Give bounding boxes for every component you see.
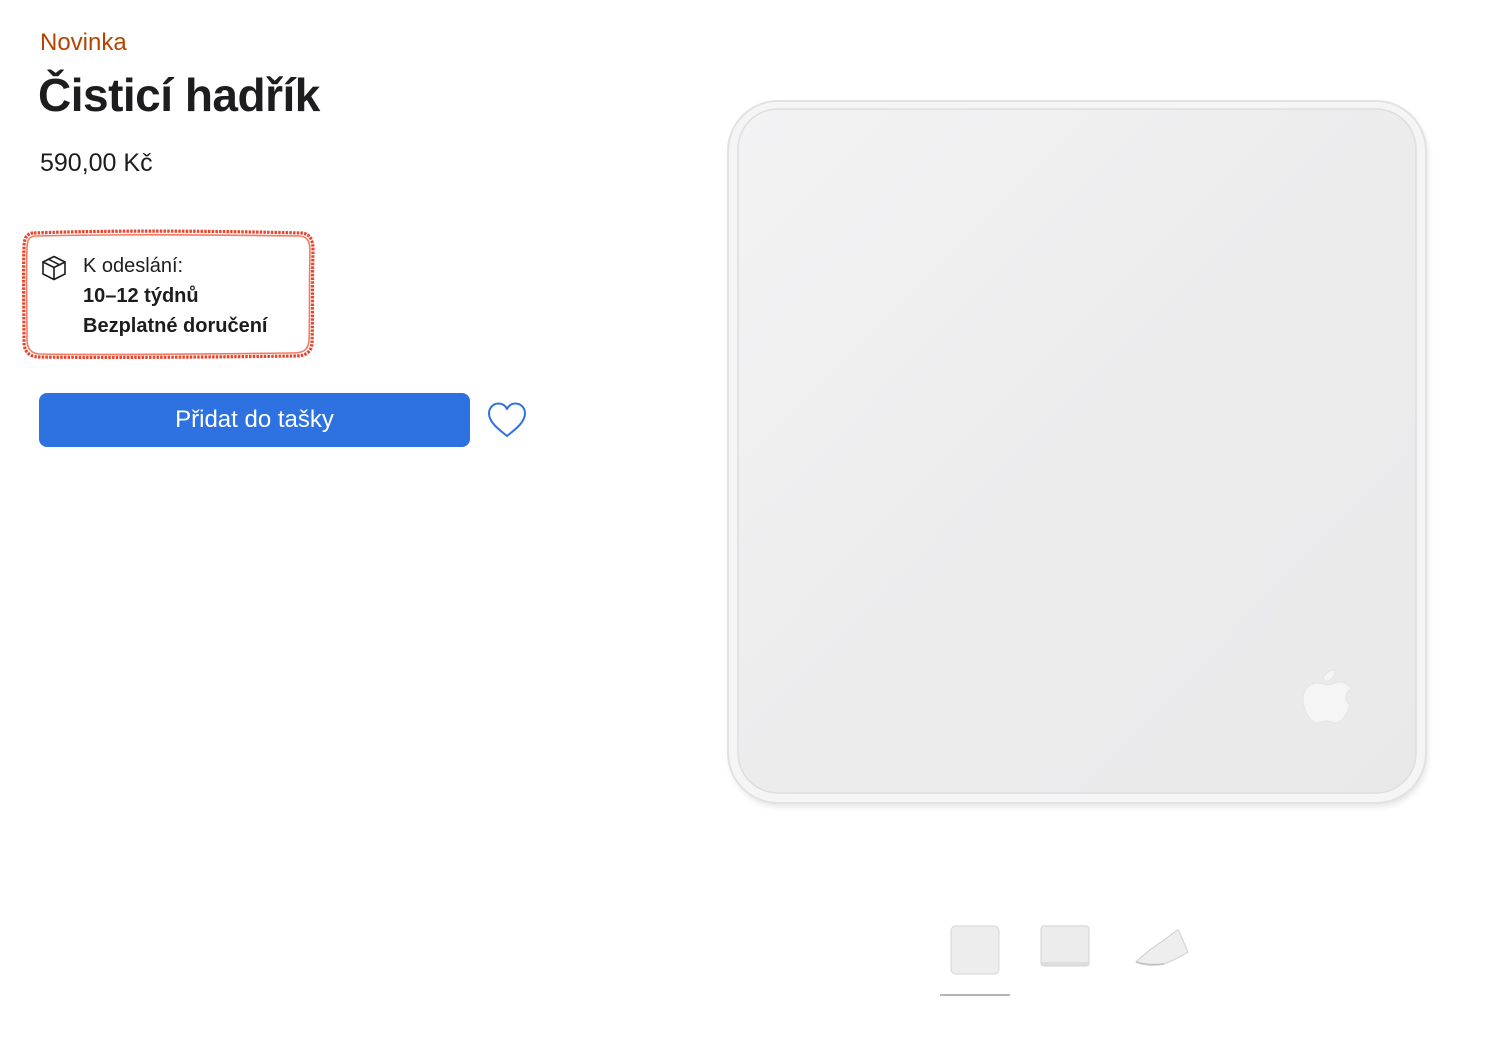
thumbnail-folded[interactable]	[1130, 918, 1200, 978]
product-image	[727, 100, 1428, 807]
add-to-bag-button[interactable]: Přidat do tašky	[39, 393, 470, 447]
thumbnail-front[interactable]	[940, 918, 1010, 978]
gallery-thumbnails	[940, 918, 1200, 998]
shipping-label: K odeslání:	[83, 255, 184, 277]
thumbnail-folded-image	[1134, 929, 1189, 966]
shipping-time: 10–12 týdnů	[83, 285, 199, 307]
new-badge: Novinka	[40, 29, 127, 56]
package-box-icon	[42, 255, 66, 281]
thumbnail-front-image	[950, 925, 1000, 975]
thumbnail-flat[interactable]	[1030, 918, 1100, 978]
heart-icon	[488, 402, 526, 437]
shipping-delivery: Bezplatné doručení	[83, 315, 268, 337]
favorite-button[interactable]	[486, 401, 528, 439]
shipping-text: K odeslání: 10–12 týdnů Bezplatné doruče…	[83, 251, 267, 341]
product-price: 590,00 Kč	[40, 149, 153, 177]
thumbnail-flat-image	[1040, 925, 1090, 967]
product-title: Čisticí hadřík	[38, 69, 320, 121]
selected-thumbnail-indicator	[940, 994, 1010, 996]
